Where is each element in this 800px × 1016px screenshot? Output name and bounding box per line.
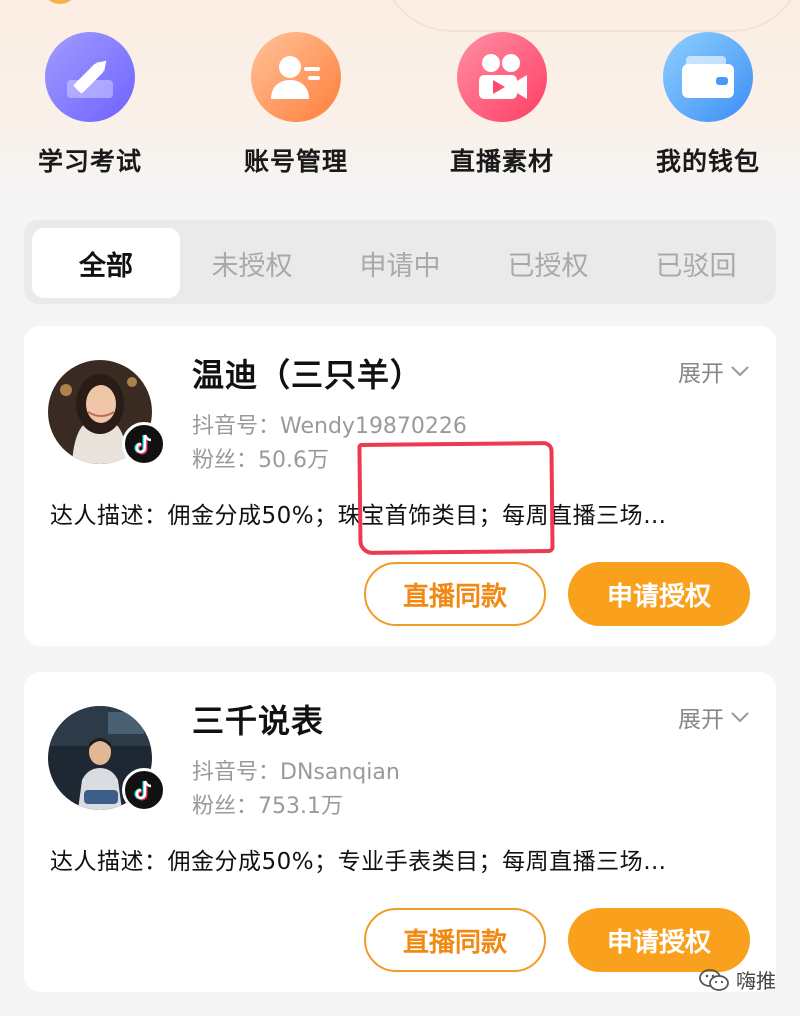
fans-count: 粉丝：50.6万	[192, 442, 329, 474]
description-label: 达人描述：	[50, 849, 168, 875]
douyin-logo-icon	[122, 422, 166, 466]
fans-value: 753.1万	[258, 794, 343, 819]
douyin-id-label: 抖音号：	[192, 414, 281, 439]
douyin-id-value: Wendy19870226	[280, 414, 467, 439]
video-camera-icon	[457, 32, 547, 122]
douyin-logo-icon	[122, 768, 166, 812]
tab-all[interactable]: 全部	[32, 228, 180, 298]
tab-unauthorized[interactable]: 未授权	[178, 228, 326, 298]
description-label: 达人描述：	[50, 503, 168, 529]
influencer-name: 温迪（三只羊）	[192, 356, 424, 394]
influencer-name: 三千说表	[192, 702, 325, 740]
quick-item-live-material[interactable]: 直播素材	[422, 32, 582, 178]
douyin-id: 抖音号：DNsanqian	[192, 754, 400, 786]
fans-label: 粉丝：	[192, 794, 259, 819]
wechat-icon	[699, 968, 729, 991]
douyin-id-label: 抖音号：	[192, 760, 281, 785]
live-same-button[interactable]: 直播同款	[364, 908, 546, 972]
fans-value: 50.6万	[258, 448, 330, 473]
decorative-arc	[380, 0, 800, 32]
apply-authorization-button[interactable]: 申请授权	[568, 908, 750, 972]
expand-label: 展开	[678, 361, 724, 387]
wallet-icon	[663, 32, 753, 122]
quick-item-account[interactable]: 账号管理	[216, 32, 376, 178]
pencil-icon	[45, 32, 135, 122]
quick-menu: 学习考试 账号管理 直播素材 我的钱包	[0, 32, 800, 182]
tab-rejected[interactable]: 已驳回	[622, 228, 770, 298]
chevron-down-icon	[731, 366, 749, 377]
description-text: 佣金分成50%；专业手表类目；每周直播三场…	[167, 849, 667, 875]
influencer-description: 达人描述：佣金分成50%；专业手表类目；每周直播三场…	[50, 842, 750, 876]
apply-authorization-button[interactable]: 申请授权	[568, 562, 750, 626]
fans-label: 粉丝：	[192, 448, 259, 473]
quick-item-wallet[interactable]: 我的钱包	[628, 32, 788, 178]
tab-authorized[interactable]: 已授权	[474, 228, 622, 298]
expand-toggle[interactable]: 展开	[678, 700, 750, 734]
douyin-id-value: DNsanqian	[280, 760, 400, 785]
quick-item-label: 我的钱包	[655, 147, 760, 176]
quick-item-study-exam[interactable]: 学习考试	[10, 32, 170, 178]
quick-item-label: 账号管理	[243, 147, 348, 176]
highlight-annotation-box	[357, 440, 555, 556]
watermark-text: 嗨推	[736, 969, 776, 993]
tab-applying[interactable]: 申请中	[326, 228, 474, 298]
quick-item-label: 直播素材	[449, 147, 554, 176]
influencer-card: 三千说表 抖音号：DNsanqian 粉丝：753.1万 展开 达人描述：佣金分…	[24, 672, 776, 992]
douyin-id: 抖音号：Wendy19870226	[192, 408, 467, 440]
status-tabs: 全部 未授权 申请中 已授权 已驳回	[24, 220, 776, 304]
expand-label: 展开	[678, 707, 724, 733]
chevron-down-icon	[731, 712, 749, 723]
expand-toggle[interactable]: 展开	[678, 354, 750, 388]
account-icon	[251, 32, 341, 122]
watermark: 嗨推	[698, 965, 776, 994]
live-same-button[interactable]: 直播同款	[364, 562, 546, 626]
quick-item-label: 学习考试	[37, 147, 142, 176]
fans-count: 粉丝：753.1万	[192, 788, 343, 820]
